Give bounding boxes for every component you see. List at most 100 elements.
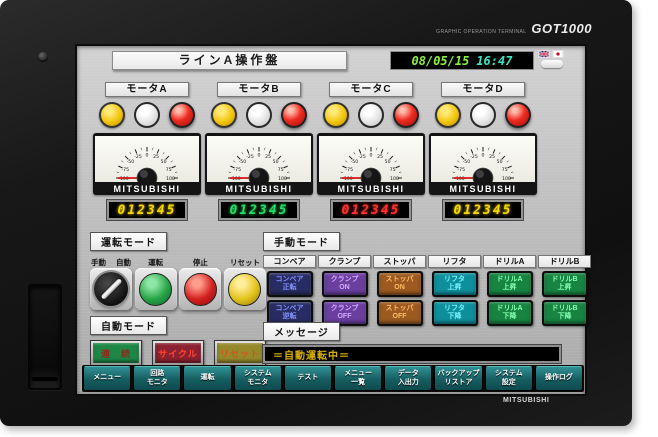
manual-group-header: ドリルB (538, 255, 591, 268)
reset-button[interactable] (228, 273, 261, 306)
meter-dial: -100-75-50-250255075100 (319, 136, 423, 182)
manual-button-label: ドリルB 上昇 (544, 273, 586, 295)
time-value: 16:47 (476, 54, 512, 68)
motor-panel: モータB-100-75-50-250255075100MITSUBISHI012… (205, 82, 313, 220)
stop-button-group: 停止 (179, 257, 221, 310)
auto-button-label: リセット (217, 343, 263, 363)
logo-model: GOT1000 (531, 21, 592, 36)
red-lamp (393, 102, 419, 128)
manual-button-label: コンベア 正転 (269, 273, 311, 295)
run-button[interactable] (139, 273, 172, 306)
manual-button[interactable]: クランプ ON (322, 271, 368, 297)
motor-label: モータB (217, 82, 301, 97)
message-text: ＝自動運転中＝ (273, 347, 350, 362)
run-mode-label: 運転モード (90, 232, 167, 251)
menu-button[interactable]: メニュー 一覧 (334, 366, 382, 391)
manual-group-header: ドリルA (483, 255, 536, 268)
white-lamp (246, 102, 272, 128)
uk-flag-icon (538, 50, 550, 58)
manual-group-header: クランプ (318, 255, 371, 268)
svg-text:0: 0 (482, 152, 485, 158)
svg-text:25: 25 (265, 154, 271, 160)
manual-button[interactable]: ドリルB 上昇 (542, 271, 588, 297)
analog-meter: -100-75-50-250255075100MITSUBISHI (429, 133, 537, 195)
menu-button[interactable]: メニュー (83, 366, 131, 391)
menu-button[interactable]: バックアップ リストア (434, 366, 482, 391)
menu-button[interactable]: テスト (284, 366, 332, 391)
motor-label: モータA (105, 82, 189, 97)
manual-button-label: クランプ ON (324, 273, 366, 295)
manual-button-label: ドリルA 下降 (489, 302, 531, 324)
manual-button[interactable]: コンベア 正転 (267, 271, 313, 297)
digital-counter: 012345 (443, 200, 523, 220)
manual-button[interactable]: ドリルA 上昇 (487, 271, 533, 297)
svg-text:-75: -75 (458, 167, 466, 173)
counter-value: 012345 (118, 203, 177, 218)
menu-button[interactable]: 回路 モニタ (133, 366, 181, 391)
svg-text:75: 75 (278, 167, 284, 173)
auto-button[interactable]: リセット (214, 340, 266, 366)
meter-dial: -100-75-50-250255075100 (431, 136, 535, 182)
meter-dial: -100-75-50-250255075100 (95, 136, 199, 182)
meter-dial: -100-75-50-250255075100 (207, 136, 311, 182)
white-lamp (358, 102, 384, 128)
card-slot-door (28, 284, 62, 390)
svg-text:100: 100 (278, 176, 287, 182)
rotary-knob[interactable] (94, 272, 128, 306)
svg-text:0: 0 (146, 152, 149, 158)
svg-text:-75: -75 (234, 167, 242, 173)
manual-button[interactable]: リフタ 上昇 (432, 271, 478, 297)
manual-button-label: リフタ 下降 (434, 302, 476, 324)
menu-button[interactable]: システム モニタ (234, 366, 282, 391)
button-base (179, 268, 221, 310)
bezel-screw (38, 52, 48, 62)
white-lamp (134, 102, 160, 128)
motor-label: モータD (441, 82, 525, 97)
menu-button[interactable]: 運転 (183, 366, 231, 391)
motor-panel: モータC-100-75-50-250255075100MITSUBISHI012… (317, 82, 425, 220)
date-value: 08/05/15 (412, 54, 470, 68)
menu-button[interactable]: 操作ログ (535, 366, 583, 391)
svg-text:25: 25 (377, 154, 383, 160)
red-lamp (169, 102, 195, 128)
switch-auto-label: 自動 (116, 257, 131, 268)
counter-value: 012345 (230, 203, 289, 218)
manual-button-label: ドリルA 上昇 (489, 273, 531, 295)
message-label: メッセージ (263, 322, 340, 341)
manual-group-header: ストッパ (373, 255, 426, 268)
touch-screen: ラインA操作盤 08/05/15 16:47 モータA-100-75-50-25 (75, 44, 587, 396)
svg-text:50: 50 (385, 159, 391, 165)
manual-button-label: ストッパ ON (379, 273, 421, 295)
svg-text:100: 100 (390, 176, 399, 182)
meter-brand: MITSUBISHI (95, 182, 199, 195)
language-switch-button[interactable] (538, 50, 566, 71)
got1000-logo: GRAPHIC OPERATION TERMINAL GOT1000 (436, 21, 592, 36)
svg-text:0: 0 (370, 152, 373, 158)
svg-text:-25: -25 (358, 154, 366, 160)
motor-lamps (429, 102, 537, 128)
menu-button[interactable]: システム 設定 (485, 366, 533, 391)
svg-text:-50: -50 (351, 159, 359, 165)
svg-text:-50: -50 (239, 159, 247, 165)
switch-base (90, 268, 132, 310)
manual-button[interactable]: ストッパ ON (377, 271, 423, 297)
bottom-menu: メニュー回路 モニタ運転システム モニタテストメニュー 一覧データ 入出力バック… (82, 365, 584, 392)
analog-meter: -100-75-50-250255075100MITSUBISHI (317, 133, 425, 195)
manual-groups: コンベアコンベア 正転コンベア 逆転クランプクランプ ONクランプ OFFストッ… (263, 255, 593, 329)
svg-text:-25: -25 (246, 154, 254, 160)
manual-button-label: コンベア 逆転 (269, 302, 311, 324)
button-label: 運転 (135, 257, 177, 268)
svg-text:-75: -75 (122, 167, 130, 173)
stop-button[interactable] (184, 273, 217, 306)
manual-button-label: ドリルB 下降 (544, 302, 586, 324)
yellow-lamp (435, 102, 461, 128)
manual-group-header: コンベア (263, 255, 316, 268)
reset-button-group: リセット (224, 257, 266, 310)
digital-counter: 012345 (107, 200, 187, 220)
red-lamp (505, 102, 531, 128)
auto-button[interactable]: 連 続 (90, 340, 142, 366)
menu-button[interactable]: データ 入出力 (384, 366, 432, 391)
manual-mode-label: 手動モード (263, 232, 340, 251)
auto-button[interactable]: サイクル (152, 340, 204, 366)
white-lamp (470, 102, 496, 128)
